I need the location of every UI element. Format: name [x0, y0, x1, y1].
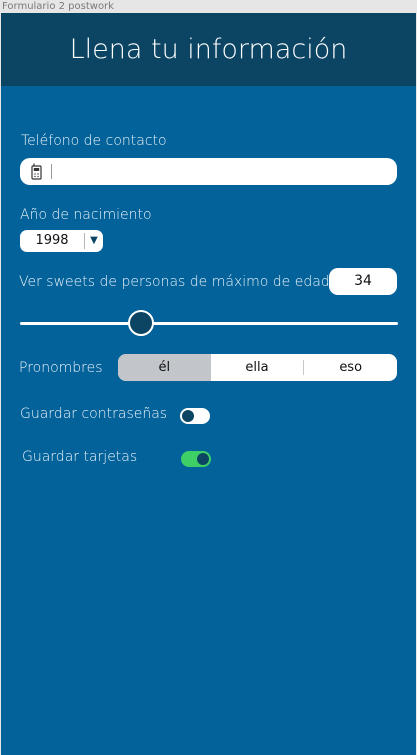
phone-label: Teléfono de contacto [21, 133, 167, 149]
save-passwords-toggle[interactable] [180, 408, 210, 424]
mobile-phone-icon [31, 163, 42, 180]
dropdown-arrow-icon[interactable]: ▼ [85, 230, 103, 252]
app-form: Llena tu información Teléfono de contact… [1, 13, 416, 755]
age-slider-track[interactable] [20, 322, 398, 325]
save-passwords-label: Guardar contraseñas [20, 406, 168, 422]
window-title: Formulario 2 postwork [0, 0, 417, 13]
birth-year-label: Año de nacimiento [20, 207, 152, 223]
toggle-knob [197, 453, 209, 465]
phone-field[interactable] [20, 158, 397, 185]
page-title: Llena tu información [1, 13, 416, 86]
pronoun-option-eso[interactable]: eso [304, 354, 397, 381]
save-cards-toggle[interactable] [181, 451, 211, 467]
pronoun-option-ella[interactable]: ella [211, 354, 304, 381]
age-slider-thumb[interactable] [127, 310, 154, 336]
pronouns-label: Pronombres [19, 360, 103, 376]
pronouns-segmented-control: él ella eso [118, 354, 397, 381]
pronoun-option-el[interactable]: él [118, 354, 211, 381]
birth-year-select[interactable]: 1998 ▼ [20, 230, 103, 252]
save-cards-label: Guardar tarjetas [22, 449, 138, 465]
text-caret [51, 164, 52, 179]
max-age-field[interactable]: 34 [329, 268, 397, 295]
toggle-knob [182, 410, 194, 422]
birth-year-value: 1998 [35, 233, 69, 248]
age-filter-label: Ver sweets de personas de máximo de edad… [19, 274, 335, 290]
